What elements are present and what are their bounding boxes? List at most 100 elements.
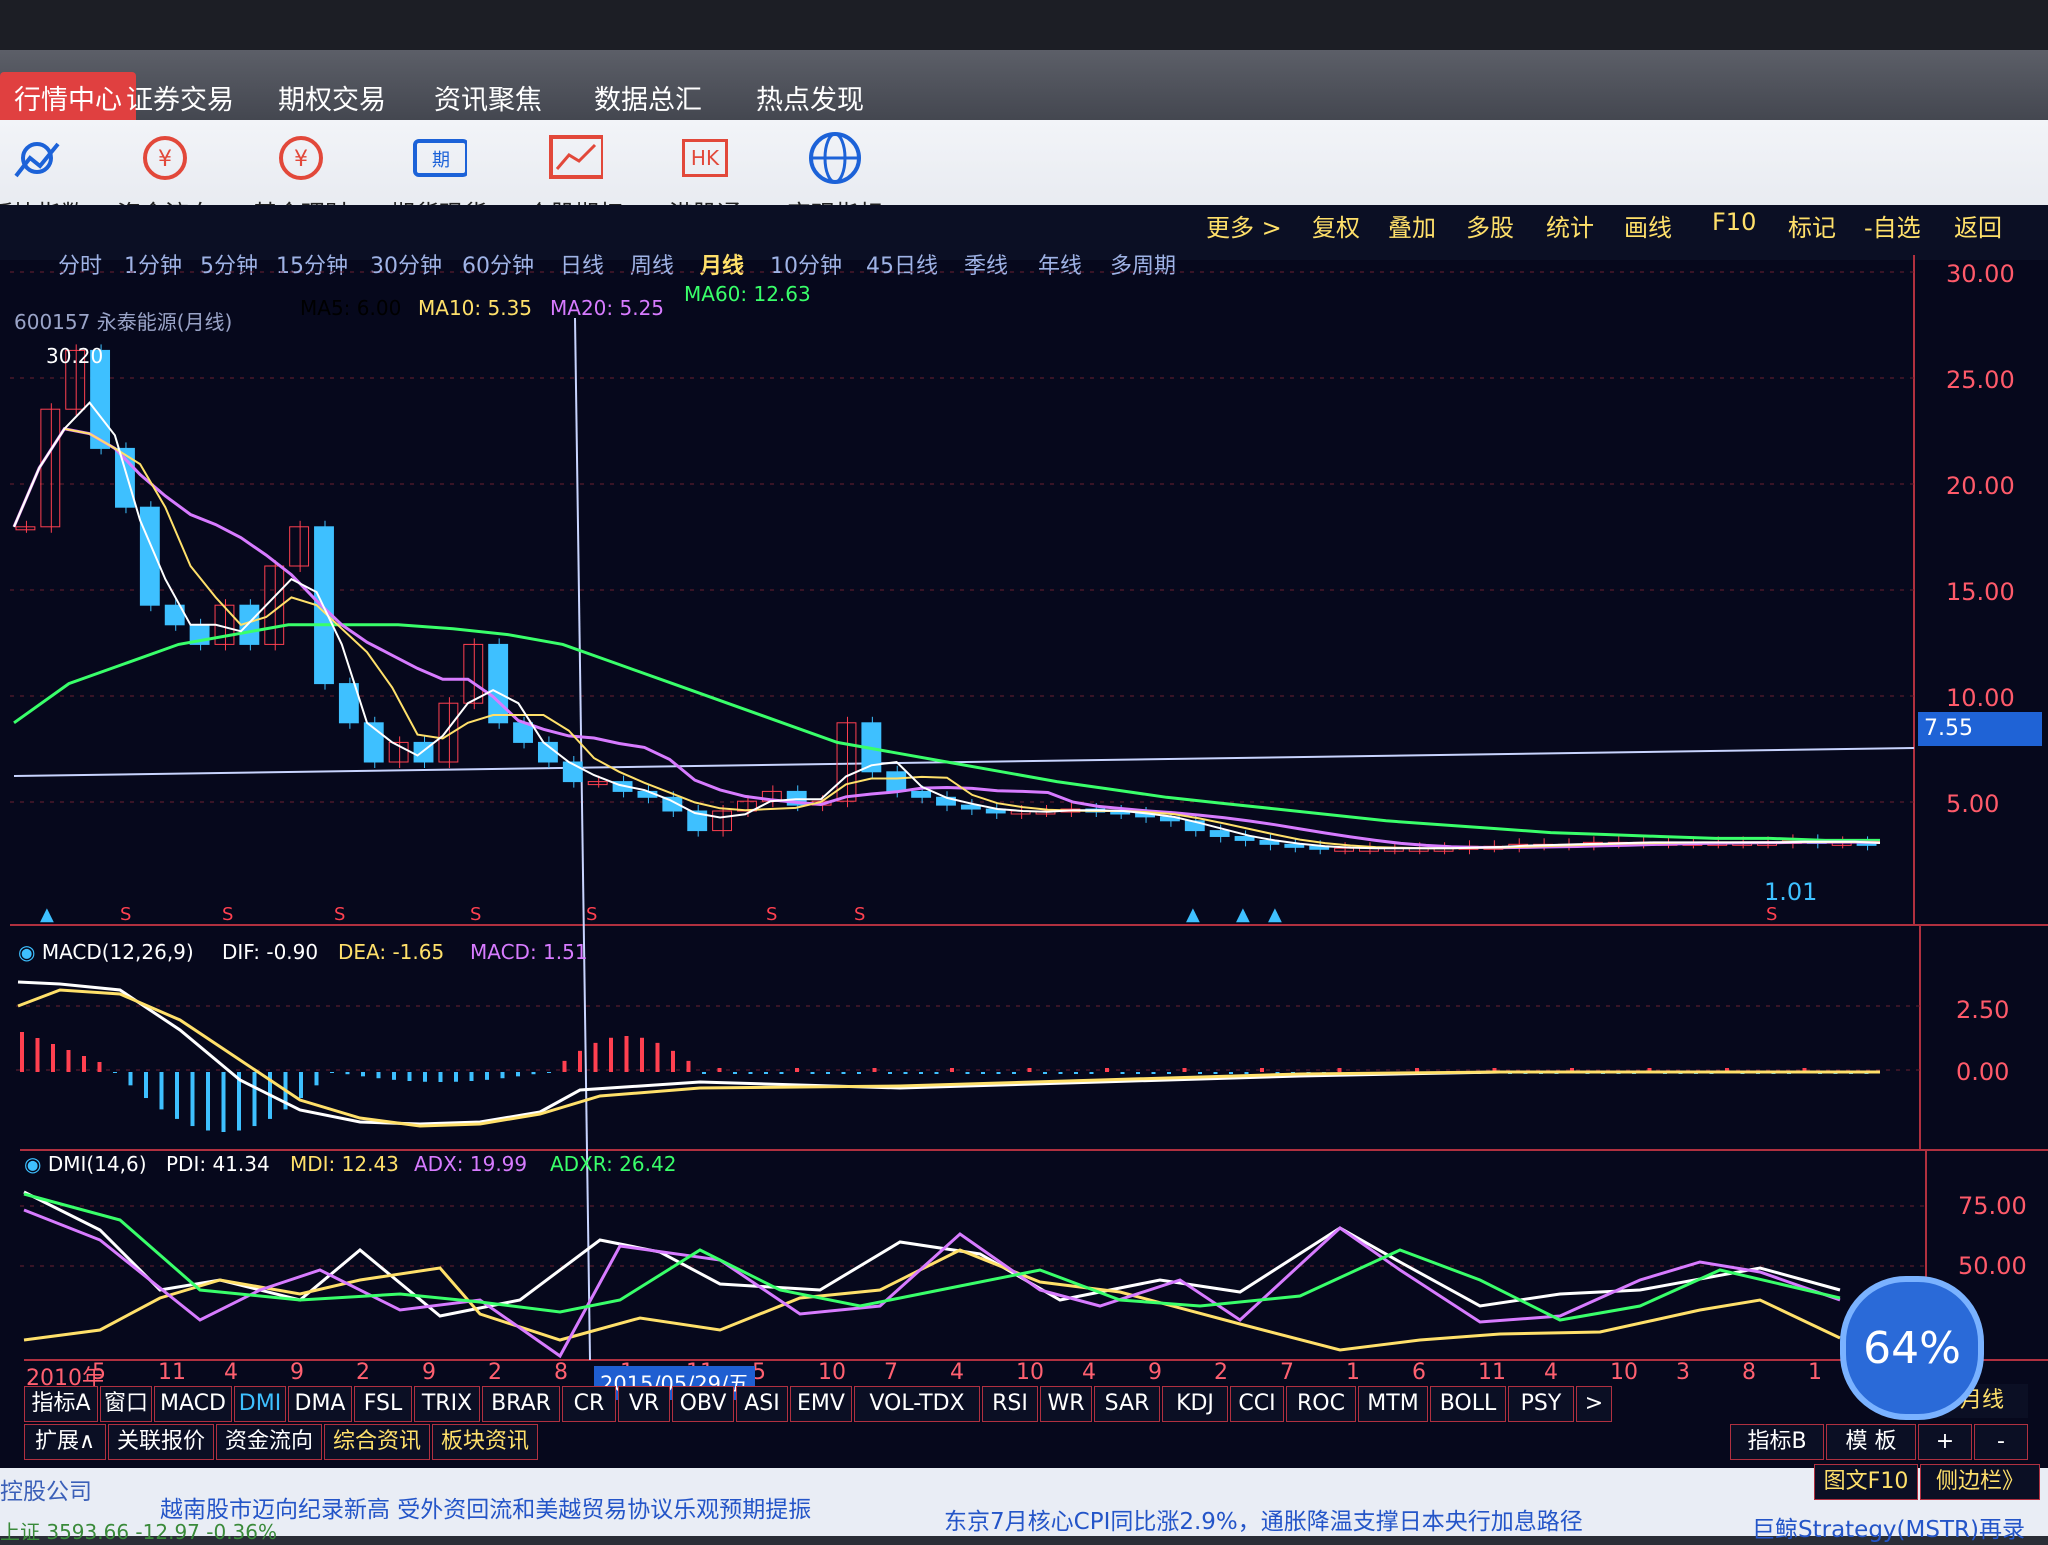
macd-bar [1105,1068,1109,1072]
macd-bar [1043,1072,1047,1074]
dmi-adxr-line [23,1192,1841,1322]
macd-bar [810,1072,815,1074]
collapse-icon[interactable]: ◉ [18,940,42,964]
indicator-tab[interactable]: ROC [1286,1386,1356,1422]
macd-bar [20,1032,24,1072]
zoom-in-button[interactable]: + [1918,1424,1972,1460]
collapse-icon[interactable]: ◉ [24,1152,48,1176]
indicator-tab[interactable]: CR [562,1386,616,1422]
sidebar-toggle[interactable]: 侧边栏》 [1920,1464,2040,1500]
indicator-tab[interactable]: BOLL [1430,1386,1506,1422]
svg-text:S: S [1766,904,1777,925]
macd-bar [128,1072,133,1086]
candle [886,771,907,792]
price-axis-25: 25.00 [1946,366,2015,394]
indicator-tab[interactable]: BRAR [482,1386,560,1422]
time-axis-label: 10 [1016,1360,1044,1385]
news-source[interactable]: 控股公司 [0,1472,92,1506]
extension-tab[interactable]: 综合资讯 [324,1424,430,1460]
indicator-tab[interactable]: WR [1040,1386,1092,1422]
macd-bar [1012,1072,1016,1074]
indicator-tab[interactable]: PSY [1508,1386,1574,1422]
candle [40,408,61,528]
macd-bar [1058,1072,1063,1074]
extension-tab[interactable]: 板块资讯 [432,1424,538,1460]
time-axis-label: 2 [488,1360,502,1385]
macd-bar [438,1072,443,1082]
extension-tab[interactable]: 扩展∧ [24,1424,106,1460]
macd-bar [764,1072,768,1074]
macd-bar [1337,1068,1342,1072]
indicator-tab[interactable]: RSI [982,1386,1038,1422]
indicator-tab[interactable]: DMA [288,1386,352,1422]
macd-bar [872,1068,877,1072]
macd-bar [66,1050,71,1072]
indicator-tab[interactable]: EMV [790,1386,852,1422]
macd-bar [1136,1072,1140,1074]
chart-svg: ▲ S S S S S S S ▲ ▲ ▲ S [10,255,2048,1361]
time-axis-label: 4 [1544,1360,1558,1385]
macd-bar [1182,1068,1187,1072]
svg-text:S: S [334,904,345,925]
candle [438,702,459,763]
macd-bar [779,1072,784,1074]
f10-button[interactable]: 图文F10 [1814,1464,1918,1500]
indicator-tab[interactable]: ASI [736,1386,788,1422]
indicator-tab[interactable]: 指标A [24,1386,98,1422]
indicator-tab[interactable]: MACD [154,1386,232,1422]
indicator-tab[interactable]: OBV [672,1386,734,1422]
macd-bar [221,1072,226,1132]
indicator-tab[interactable]: > [1576,1386,1612,1422]
svg-text:S: S [470,904,481,925]
macd-bar [206,1072,210,1131]
macd-bar [655,1042,660,1072]
progress-badge[interactable]: 64% [1840,1276,1984,1420]
macd-bar [640,1037,644,1072]
macd-bar [593,1042,598,1072]
macd-bar [857,1072,861,1074]
indicator-tab[interactable]: 窗口 [100,1386,152,1422]
candle [15,526,36,531]
candle [1334,847,1355,852]
extension-tab[interactable]: 关联报价 [108,1424,214,1460]
svg-text:▲: ▲ [1236,904,1250,925]
news-item-2[interactable]: 东京7月核心CPI同比涨2.9%，通胀降温支撑日本央行加息路径 [944,1502,1583,1536]
macd-bar [1260,1068,1264,1072]
macd-legend-name: ◉ MACD(12,26,9) [18,940,194,964]
price-axis-10: 10.00 [1946,684,2015,712]
extension-tab[interactable]: 资金流向 [216,1424,322,1460]
indicator-tab[interactable]: FSL [354,1386,412,1422]
time-axis-label: 5 [92,1360,106,1385]
time-axis-label: 11 [1478,1360,1506,1385]
indicator-tab[interactable]: DMI [234,1386,286,1422]
time-axis-label: 9 [1148,1360,1162,1385]
macd-dif-line [17,980,1880,1126]
news-item-3[interactable]: 巨鲸Strategy(MSTR)再录 [1752,1510,2025,1544]
indicator-tab[interactable]: SAR [1094,1386,1160,1422]
indicator-tab[interactable]: VR [618,1386,670,1422]
svg-text:S: S [766,904,777,925]
macd-bar [996,1072,1001,1074]
macd-bar [841,1072,846,1074]
indicator-b-tab[interactable]: 指标B [1730,1424,1824,1460]
template-tab[interactable]: 模 板 [1826,1424,1916,1460]
indicator-tab[interactable]: VOL-TDX [854,1386,980,1422]
time-axis-label: 10 [818,1360,846,1385]
zoom-out-button[interactable]: - [1974,1424,2028,1460]
macd-bar [361,1072,365,1077]
macd-bar [624,1036,629,1072]
indicator-tab[interactable]: KDJ [1162,1386,1228,1422]
time-axis-label: 6 [1412,1360,1426,1385]
macd-bar [252,1072,257,1127]
macd-bar [702,1072,706,1074]
ma10-line [13,427,1881,850]
dmi-pdi-legend: PDI: 41.34 [166,1152,270,1176]
macd-bar [345,1072,350,1075]
price-marker: 7.55 [1918,712,2042,746]
macd-bar [578,1050,582,1072]
ma20-line [12,427,1881,850]
indicator-tab[interactable]: MTM [1358,1386,1428,1422]
indicator-tab[interactable]: CCI [1230,1386,1284,1422]
indicator-tab[interactable]: TRIX [414,1386,480,1422]
high-label: 30.20 [46,344,104,368]
